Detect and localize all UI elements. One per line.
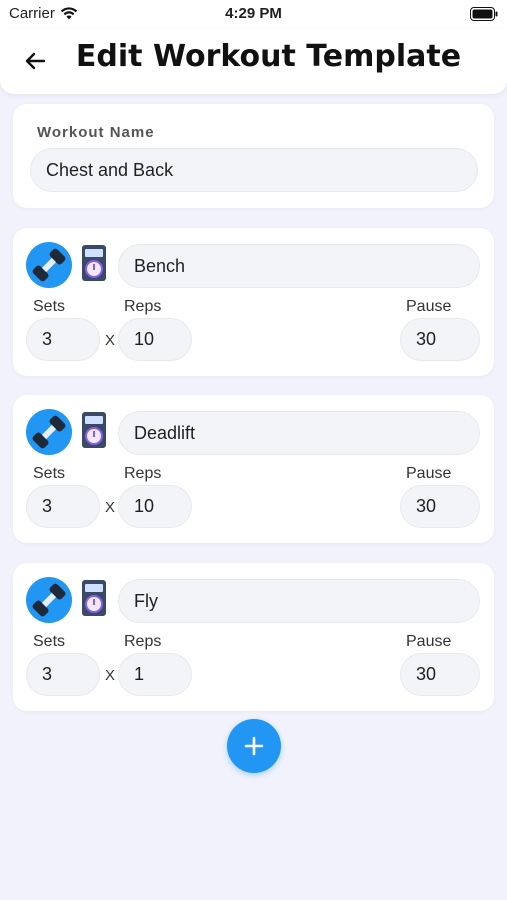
page-title: Edit Workout Template <box>75 39 462 74</box>
workout-name-card: Workout Name Chest and Back <box>13 104 494 208</box>
status-bar: Carrier 4:29 PM <box>0 0 507 28</box>
clock: 4:29 PM <box>225 5 282 22</box>
exercise-name-input[interactable]: Deadlift <box>118 411 480 455</box>
times-separator: X <box>105 667 116 684</box>
timer-icon[interactable] <box>81 411 107 449</box>
pause-label: Pause <box>406 298 452 315</box>
pause-label: Pause <box>406 633 452 650</box>
times-separator: X <box>105 499 116 516</box>
timer-icon[interactable] <box>81 244 107 282</box>
add-exercise-button[interactable] <box>227 719 281 773</box>
sets-label: Sets <box>33 465 66 482</box>
exercise-name-input[interactable]: Fly <box>118 579 480 623</box>
pause-input[interactable]: 30 <box>400 485 480 528</box>
exercise-card: Fly Sets Reps Pause 3 X 1 30 <box>13 563 494 711</box>
plus-icon <box>244 736 264 756</box>
workout-name-label: Workout Name <box>37 124 155 141</box>
pause-input[interactable]: 30 <box>400 318 480 361</box>
dumbbell-icon[interactable] <box>26 242 72 288</box>
reps-label: Reps <box>124 298 162 315</box>
reps-input[interactable]: 10 <box>118 318 192 361</box>
sets-input[interactable]: 3 <box>26 653 100 696</box>
pause-label: Pause <box>406 465 452 482</box>
exercise-card: Bench Sets Reps Pause 3 X 10 30 <box>13 228 494 376</box>
battery-icon <box>470 7 498 21</box>
reps-input[interactable]: 1 <box>118 653 192 696</box>
exercise-card: Deadlift Sets Reps Pause 3 X 10 30 <box>13 395 494 543</box>
reps-label: Reps <box>124 465 162 482</box>
sets-label: Sets <box>33 298 66 315</box>
pause-input[interactable]: 30 <box>400 653 480 696</box>
sets-label: Sets <box>33 633 66 650</box>
reps-input[interactable]: 10 <box>118 485 192 528</box>
dumbbell-icon[interactable] <box>26 409 72 455</box>
reps-label: Reps <box>124 633 162 650</box>
times-separator: X <box>105 332 116 349</box>
sets-input[interactable]: 3 <box>26 485 100 528</box>
exercise-name-input[interactable]: Bench <box>118 244 480 288</box>
app-header: Edit Workout Template <box>0 28 507 94</box>
timer-icon[interactable] <box>81 579 107 617</box>
workout-name-input[interactable]: Chest and Back <box>30 148 478 192</box>
sets-input[interactable]: 3 <box>26 318 100 361</box>
dumbbell-icon[interactable] <box>26 577 72 623</box>
